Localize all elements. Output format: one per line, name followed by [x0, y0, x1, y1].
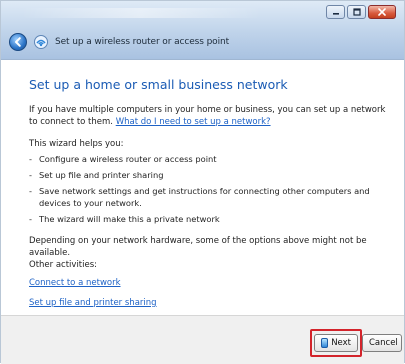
- minimize-button[interactable]: [326, 5, 345, 19]
- wizard-nav-row: Set up a wireless router or access point: [9, 31, 229, 53]
- wizard-icon: [33, 34, 49, 50]
- minimize-icon: [332, 13, 339, 15]
- wizard-window: Set up a wireless router or access point…: [0, 0, 405, 364]
- wizard-content: Set up a home or small business network …: [29, 77, 389, 309]
- file-printer-sharing-link[interactable]: Set up file and printer sharing: [29, 297, 389, 309]
- intro-help-link[interactable]: What do I need to set up a network?: [116, 117, 271, 127]
- close-icon: [378, 8, 386, 16]
- other-activities-label: Other activities:: [29, 260, 98, 270]
- helps-item: Configure a wireless router or access po…: [29, 153, 389, 165]
- back-button[interactable]: [9, 33, 27, 51]
- intro-paragraph: If you have multiple computers in your h…: [29, 104, 389, 128]
- page-heading: Set up a home or small business network: [29, 77, 288, 92]
- titlebar-glass-highlight: [21, 8, 261, 18]
- helps-list: Configure a wireless router or access po…: [29, 153, 389, 225]
- wireless-network-icon: [34, 35, 48, 49]
- cancel-button-label: Cancel: [369, 338, 398, 348]
- window-titlebar: Set up a wireless router or access point: [1, 1, 404, 60]
- back-arrow-icon: [15, 37, 21, 47]
- maximize-button[interactable]: [347, 5, 366, 19]
- close-button[interactable]: [368, 5, 396, 19]
- connect-to-network-link[interactable]: Connect to a network: [29, 277, 389, 289]
- helps-item: The wizard will make this a private netw…: [29, 213, 389, 225]
- other-links: Connect to a network Set up file and pri…: [29, 277, 389, 309]
- helps-item: Save network settings and get instructio…: [29, 185, 389, 209]
- cancel-button[interactable]: Cancel: [362, 334, 402, 352]
- maximize-icon: [352, 8, 361, 16]
- next-button-highlight: [310, 329, 362, 357]
- wizard-footer: Next Cancel: [1, 315, 404, 364]
- window-caption-buttons: [326, 5, 396, 19]
- helps-item: Set up file and printer sharing: [29, 169, 389, 181]
- wizard-title: Set up a wireless router or access point: [55, 37, 230, 47]
- helps-label: This wizard helps you:: [29, 139, 124, 149]
- availability-text: Depending on your network hardware, some…: [29, 236, 367, 258]
